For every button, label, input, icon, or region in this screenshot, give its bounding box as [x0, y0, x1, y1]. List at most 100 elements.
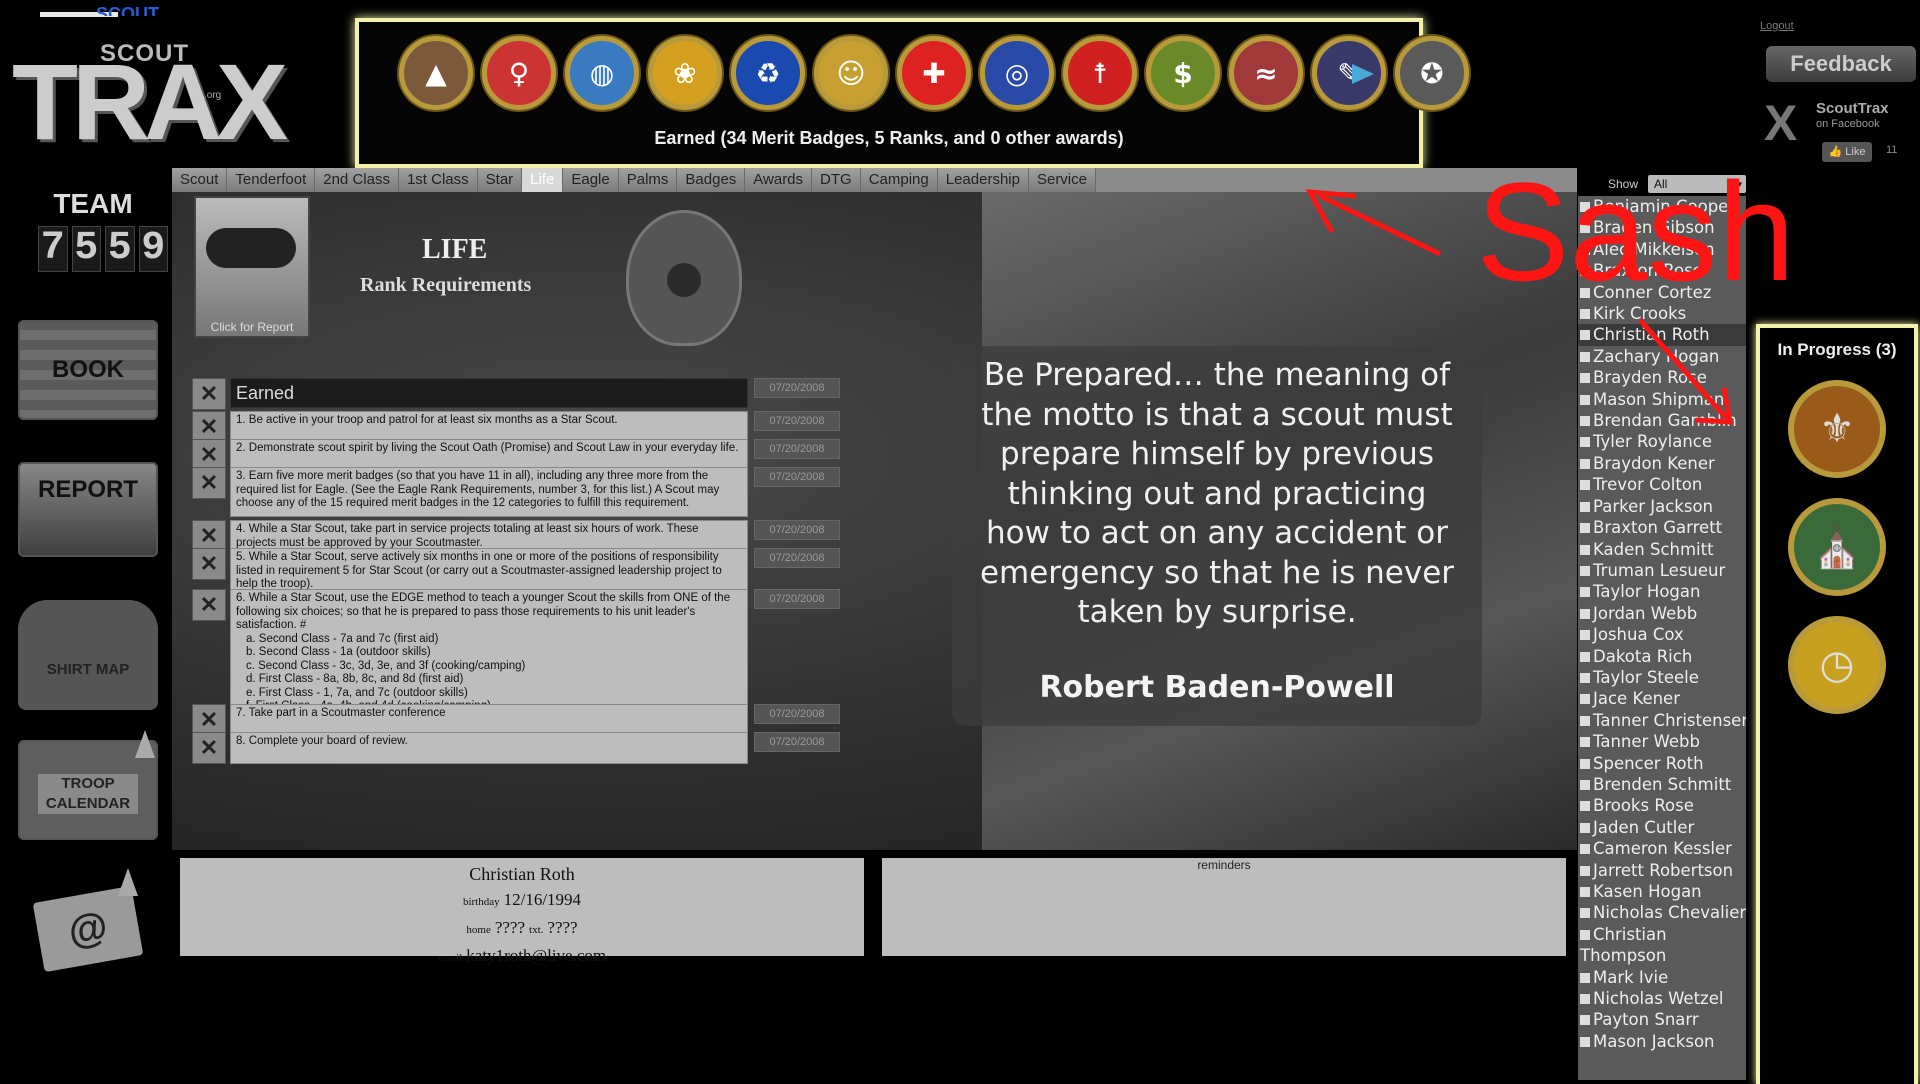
roster-item[interactable]: Jordan Webb	[1578, 603, 1746, 624]
person-badge-icon[interactable]: ♀	[482, 36, 556, 110]
roster-item[interactable]: Christian Roth	[1578, 324, 1746, 346]
checkbox-icon[interactable]	[1580, 309, 1590, 320]
checkbox-icon[interactable]	[1580, 480, 1590, 491]
globe-badge-icon[interactable]: ◍	[565, 36, 639, 110]
checkbox-icon[interactable]	[1580, 779, 1590, 790]
check-x-icon[interactable]: ✕	[192, 548, 226, 580]
checkbox-icon[interactable]	[1580, 523, 1590, 534]
checkbox-icon[interactable]	[1580, 844, 1590, 855]
roster-item[interactable]: Cameron Kessler	[1578, 838, 1746, 859]
lifesaver-badge-icon[interactable]: ◎	[980, 36, 1054, 110]
tab-scout[interactable]: Scout	[172, 168, 228, 192]
checkbox-icon[interactable]	[1580, 351, 1590, 362]
roster-item[interactable]: Tyler Roylance	[1578, 431, 1746, 452]
top-tab-label[interactable]: SCOUT	[96, 4, 159, 16]
tab-palms[interactable]: Palms	[618, 168, 678, 192]
roster-item[interactable]: Mark Ivie	[1578, 967, 1746, 988]
family-badge-icon[interactable]: ☺	[814, 36, 888, 110]
roster-item[interactable]: Jarrett Robertson	[1578, 860, 1746, 881]
feedback-button[interactable]: Feedback	[1766, 46, 1916, 82]
check-x-icon[interactable]: ✕	[192, 467, 226, 499]
roster-item[interactable]: Kaden Schmitt	[1578, 539, 1746, 560]
home-phone[interactable]: ????	[495, 918, 525, 937]
scout-photo[interactable]: Click for Report	[194, 196, 310, 338]
checkbox-icon[interactable]	[1580, 394, 1590, 405]
roster-item[interactable]: Mason Jackson	[1578, 1031, 1746, 1052]
roster-item[interactable]: Braxton Garrett	[1578, 517, 1746, 538]
checkbox-icon[interactable]	[1580, 865, 1590, 876]
roster-item[interactable]: Mason Shipman	[1578, 389, 1746, 410]
book-button[interactable]: BOOK	[18, 320, 158, 420]
roster-item[interactable]: Braydon Kener	[1578, 453, 1746, 474]
first-aid-badge-icon[interactable]: ✚	[897, 36, 971, 110]
fleur-de-lis-badge-icon[interactable]: ⚜	[1788, 380, 1886, 478]
roster-item[interactable]: Kasen Hogan	[1578, 881, 1746, 902]
checkbox-icon[interactable]	[1580, 887, 1590, 897]
roster-item[interactable]: Taylor Steele	[1578, 667, 1746, 688]
recycle-badge-icon[interactable]: ♻	[731, 36, 805, 110]
roster-item[interactable]: Truman Lesueur	[1578, 560, 1746, 581]
roster-item[interactable]: Brenden Schmitt	[1578, 774, 1746, 795]
check-x-icon[interactable]: ✕	[192, 732, 226, 764]
check-x-icon[interactable]: ✕	[192, 378, 226, 410]
roster-item[interactable]: Jaden Cutler	[1578, 817, 1746, 838]
tab-camping[interactable]: Camping	[860, 168, 938, 192]
checkbox-icon[interactable]	[1580, 822, 1590, 833]
roster-item[interactable]: Taylor Hogan	[1578, 581, 1746, 602]
email-value[interactable]: katy1roth@live.com	[466, 946, 606, 965]
roster-item[interactable]: Thompson	[1578, 945, 1746, 966]
checkbox-icon[interactable]	[1580, 651, 1590, 662]
facebook-like-button[interactable]: 👍 Like	[1822, 142, 1872, 162]
shirt-map-button[interactable]: SHIRT MAP	[18, 600, 158, 710]
roster-item[interactable]: Christian	[1578, 924, 1746, 945]
checkbox-icon[interactable]	[1580, 565, 1590, 576]
checkbox-icon[interactable]	[1580, 972, 1590, 983]
checkbox-icon[interactable]	[1580, 630, 1590, 641]
tab-awards[interactable]: Awards	[745, 168, 813, 192]
community-badge-icon[interactable]: ⛪	[1788, 498, 1886, 596]
tab-2nd-class[interactable]: 2nd Class	[315, 168, 399, 192]
tab-life[interactable]: Life	[522, 168, 564, 192]
money-badge-icon[interactable]: $	[1146, 36, 1220, 110]
paddle-badge-icon[interactable]: ❀	[648, 36, 722, 110]
checkbox-icon[interactable]	[1580, 608, 1590, 619]
checkbox-icon[interactable]	[1580, 416, 1590, 427]
tab-dtg[interactable]: DTG	[812, 168, 861, 192]
art-badge-icon[interactable]: ✎	[1312, 36, 1386, 110]
roster-item[interactable]: Tanner Christensen	[1578, 710, 1746, 731]
next-arrow-icon[interactable]	[1352, 64, 1374, 84]
checkbox-icon[interactable]	[1580, 587, 1590, 598]
checkbox-icon[interactable]	[1580, 737, 1590, 748]
tab-star[interactable]: Star	[477, 168, 523, 192]
mountain-badge-icon[interactable]: ▲	[399, 36, 473, 110]
checkbox-icon[interactable]	[1580, 994, 1590, 1005]
tab-1st-class[interactable]: 1st Class	[398, 168, 478, 192]
roster-item[interactable]: Spencer Roth	[1578, 753, 1746, 774]
txt-phone[interactable]: ????	[547, 918, 577, 937]
roster-item[interactable]: Nicholas Chevalier	[1578, 902, 1746, 923]
checkbox-icon[interactable]	[1580, 437, 1590, 448]
check-x-icon[interactable]: ✕	[192, 589, 226, 621]
roster-item[interactable]: Brooks Rose	[1578, 795, 1746, 816]
checkbox-icon[interactable]	[1580, 458, 1590, 469]
roster-item[interactable]: Jace Kener	[1578, 688, 1746, 709]
clock-badge-icon[interactable]: ◷	[1788, 616, 1886, 714]
roster-item[interactable]: Dakota Rich	[1578, 646, 1746, 667]
checkbox-icon[interactable]	[1580, 1036, 1590, 1047]
tab-badges[interactable]: Badges	[677, 168, 746, 192]
scouttrax-logo[interactable]: SCOUT TRAX .org	[8, 36, 288, 156]
birthday-value[interactable]: 12/16/1994	[504, 890, 581, 909]
tab-tenderfoot[interactable]: Tenderfoot	[227, 168, 316, 192]
facebook-page-name[interactable]: ScoutTrax	[1816, 100, 1889, 117]
checkbox-icon[interactable]	[1580, 715, 1590, 726]
tab-service[interactable]: Service	[1028, 168, 1096, 192]
checkbox-icon[interactable]	[1580, 758, 1590, 769]
checkbox-icon[interactable]	[1580, 801, 1590, 812]
checkbox-icon[interactable]	[1580, 672, 1590, 683]
star-wheel-badge-icon[interactable]: ✪	[1395, 36, 1469, 110]
roster-item[interactable]: Brayden Rose	[1578, 367, 1746, 388]
roster-item[interactable]: Parker Jackson	[1578, 496, 1746, 517]
fitness-badge-icon[interactable]: ☨	[1063, 36, 1137, 110]
checkbox-icon[interactable]	[1580, 373, 1590, 384]
checkbox-icon[interactable]	[1580, 908, 1590, 919]
